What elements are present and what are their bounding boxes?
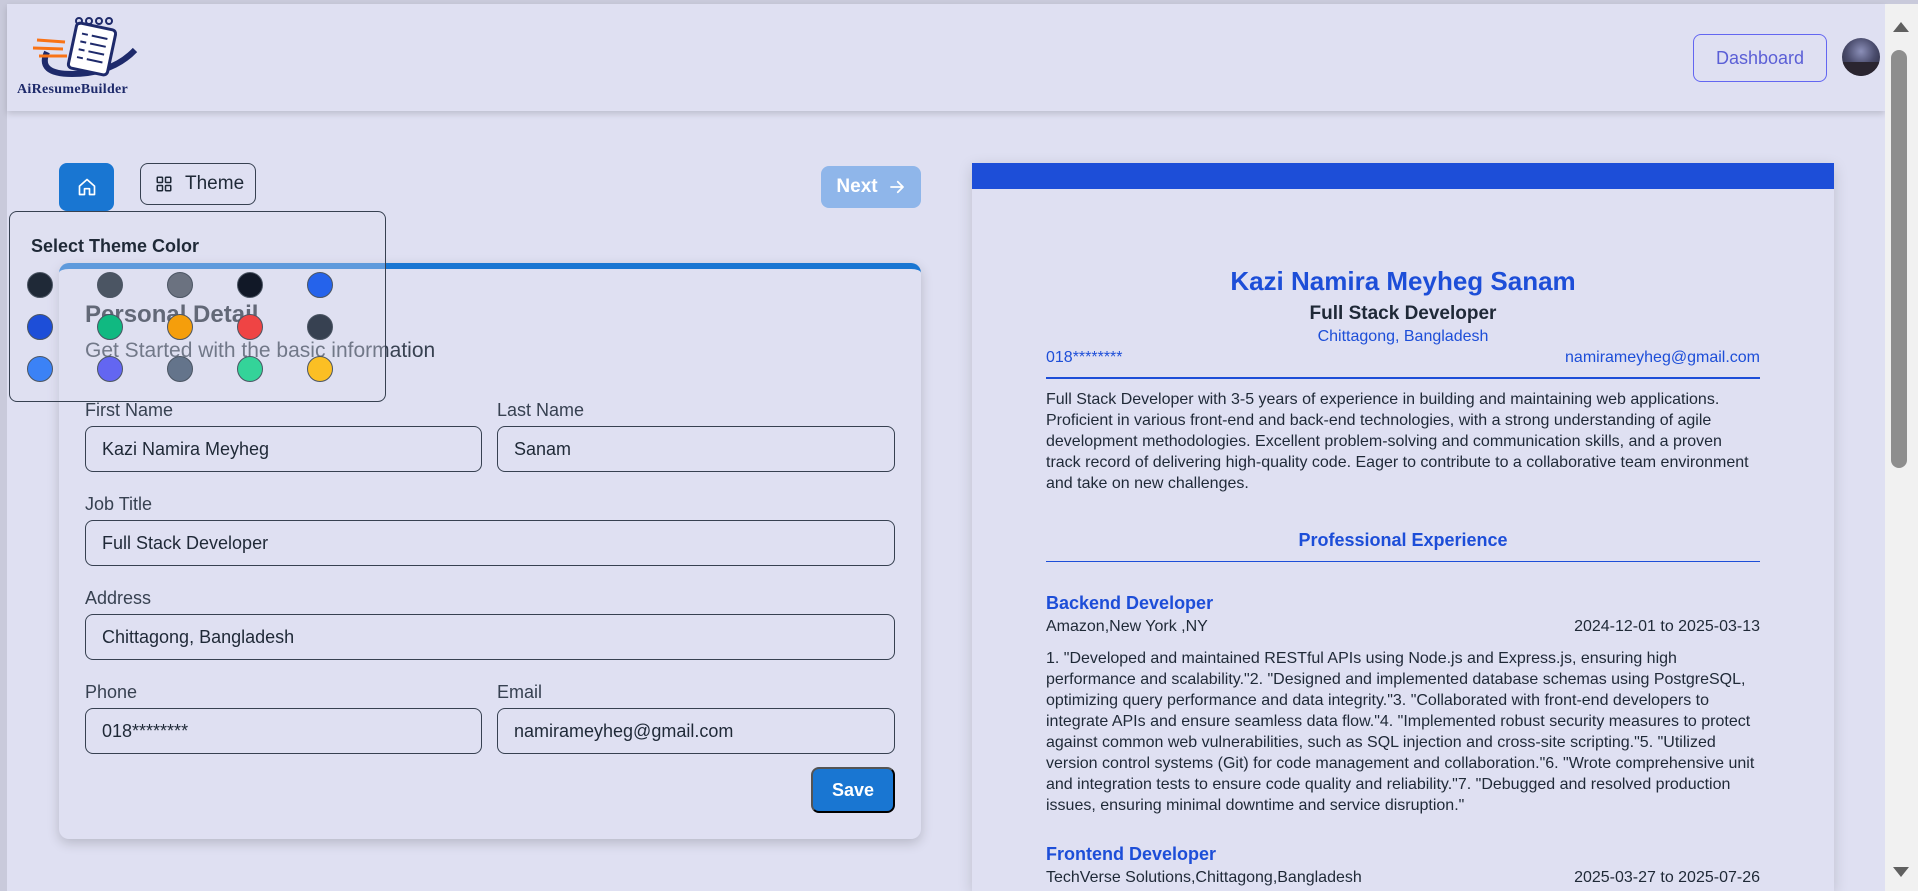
section-divider [1046,561,1760,562]
last-name-label: Last Name [497,400,585,420]
theme-color-band [972,163,1834,189]
theme-color-swatch[interactable] [27,272,53,298]
experience-dates: 2025-03-27 to 2025-07-26 [1574,869,1760,886]
next-button-label: Next [836,176,878,197]
resume-summary: Full Stack Developer with 3-5 years of e… [1046,391,1749,492]
address-label: Address [85,588,152,608]
scroll-down-arrow-icon[interactable] [1893,867,1909,877]
home-icon [78,178,95,196]
page-scrollbar[interactable] [1885,4,1918,891]
arrow-right-icon [889,180,904,194]
user-avatar[interactable] [1842,38,1880,76]
experience-title: Frontend Developer [1046,844,1217,864]
theme-color-swatch[interactable] [167,356,193,382]
theme-color-swatch[interactable] [97,356,123,382]
phone-input[interactable]: 018******** [85,708,482,754]
theme-color-swatch[interactable] [307,314,333,340]
scroll-up-arrow-icon[interactable] [1893,22,1909,32]
scroll-thumb[interactable] [1891,50,1907,468]
top-header: AiResumeBuilder Dashboard [7,4,1885,111]
grid-icon [156,176,172,192]
experience-description: 1. "Developed and maintained RESTful API… [1046,650,1755,814]
popover-title: Select Theme Color [31,236,200,256]
resume-preview: Kazi Namira Meyheg Sanam Full Stack Deve… [972,163,1834,891]
theme-color-swatch[interactable] [307,356,333,382]
last-name-input[interactable]: Sanam [497,426,895,472]
email-label: Email [497,682,543,702]
experience-company: Amazon,New York ,NY [1046,618,1208,635]
resume-job-title: Full Stack Developer [1309,303,1497,324]
theme-color-swatch[interactable] [167,314,193,340]
theme-button-label: Theme [185,173,245,194]
address-input[interactable]: Chittagong, Bangladesh [85,614,895,660]
theme-color-swatch[interactable] [27,314,53,340]
dashboard-button[interactable]: Dashboard [1693,34,1827,82]
theme-color-swatch[interactable] [27,356,53,382]
save-button[interactable]: Save [811,767,895,813]
theme-color-swatch[interactable] [97,272,123,298]
theme-button[interactable]: Theme [140,163,256,205]
experience-dates: 2024-12-01 to 2025-03-13 [1574,618,1760,635]
app-logo-text: AiResumeBuilder [17,82,129,97]
theme-color-swatch[interactable] [237,272,263,298]
header-divider [1046,377,1760,379]
theme-color-swatch[interactable] [307,272,333,298]
theme-color-swatch[interactable] [97,314,123,340]
first-name-input[interactable]: Kazi Namira Meyheg [85,426,482,472]
email-input[interactable]: namirameyheg@gmail.com [497,708,895,754]
theme-color-swatch[interactable] [237,314,263,340]
theme-color-swatch[interactable] [167,272,193,298]
resume-address: Chittagong, Bangladesh [1317,328,1489,345]
theme-color-swatch[interactable] [237,356,263,382]
home-button[interactable] [59,163,114,211]
resume-phone: 018******** [1046,349,1123,366]
experience-company: TechVerse Solutions,Chittagong,Banglades… [1046,869,1362,886]
theme-color-popover: Select Theme Color [9,211,386,402]
job-title-label: Job Title [85,494,153,514]
resume-email: namirameyheg@gmail.com [1565,349,1760,366]
resume-name: Kazi Namira Meyheg Sanam [1230,266,1576,296]
next-button[interactable]: Next [821,166,921,208]
first-name-label: First Name [85,400,174,420]
experience-title: Backend Developer [1046,593,1214,613]
experience-heading: Professional Experience [1298,530,1508,550]
job-title-input[interactable]: Full Stack Developer [85,520,895,566]
phone-label: Phone [85,682,138,702]
